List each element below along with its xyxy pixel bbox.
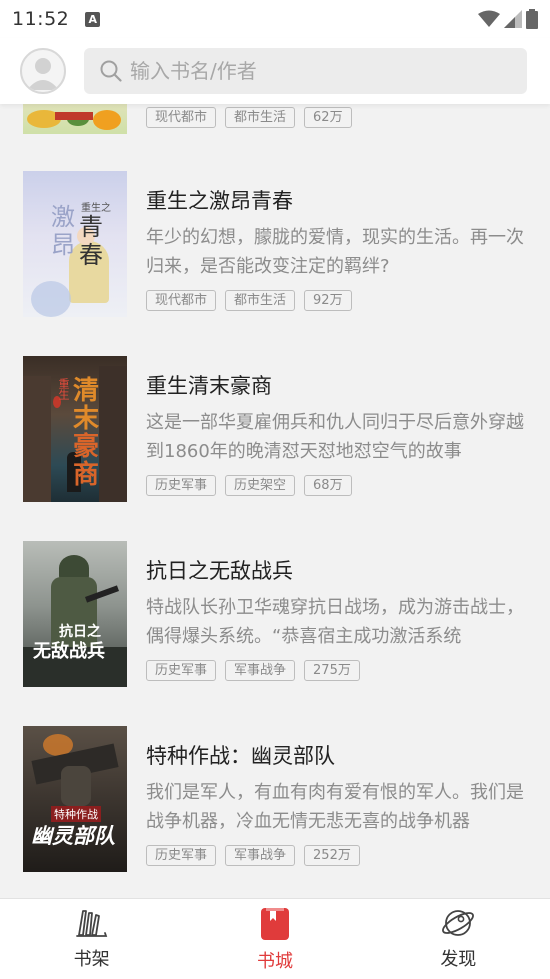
signal-icon bbox=[504, 10, 522, 28]
book-description: 我们是军人，有血有肉有爱有恨的军人。我们是战争机器，冷血无情无悲无喜的战争机器 bbox=[146, 782, 524, 832]
book-cover: 抗日之 无敌战兵 bbox=[23, 541, 127, 687]
book-list[interactable]: 现代都市 都市生活 62万 激 昂 重生之 青 春 重生之激昂青春 年少的幻想，… bbox=[0, 104, 550, 898]
book-tag[interactable]: 现代都市 bbox=[146, 107, 217, 128]
bookshelf-icon bbox=[75, 910, 107, 937]
book-tag[interactable]: 都市生活 bbox=[225, 107, 296, 128]
book-tags: 历史军事 军事战争 252万 bbox=[146, 845, 360, 866]
cover-text: 商 bbox=[73, 460, 100, 490]
cover-text: 春 bbox=[79, 241, 103, 269]
notification-icon: A bbox=[85, 11, 101, 27]
book-cover: 重生 清 末 豪 商 bbox=[23, 356, 127, 502]
book-cover bbox=[23, 104, 127, 134]
book-item[interactable]: 现代都市 都市生活 62万 bbox=[0, 104, 550, 134]
avatar[interactable] bbox=[20, 48, 66, 94]
book-tag: 68万 bbox=[304, 475, 352, 496]
book-tag[interactable]: 现代都市 bbox=[146, 290, 217, 311]
book-tags: 现代都市 都市生活 62万 bbox=[146, 107, 352, 128]
cover-text: 无敌战兵 bbox=[33, 641, 105, 662]
book-title[interactable]: 重生清末豪商 bbox=[146, 370, 272, 400]
tab-bookshelf[interactable]: 书架 bbox=[0, 899, 183, 979]
search-box[interactable] bbox=[84, 48, 527, 94]
book-description: 年少的幻想，朦胧的爱情，现实的生活。再一次归来，是否能改变注定的羁绊? bbox=[146, 227, 524, 277]
book-tag[interactable]: 都市生活 bbox=[225, 290, 296, 311]
book-tag: 62万 bbox=[304, 107, 352, 128]
search-input[interactable] bbox=[130, 59, 490, 83]
planet-icon bbox=[442, 910, 475, 936]
book-tag: 92万 bbox=[304, 290, 352, 311]
book-tags: 历史军事 历史架空 68万 bbox=[146, 475, 352, 496]
bottom-tab-bar: 书架 书城 发现 bbox=[0, 898, 550, 979]
book-tag: 275万 bbox=[304, 660, 360, 681]
cover-text: 昂 bbox=[51, 231, 75, 259]
book-description: 特战队长孙卫华魂穿抗日战场，成为游击战士，偶得爆头系统。“恭喜宿主成功激活系统 bbox=[146, 597, 524, 647]
user-icon bbox=[27, 58, 59, 90]
book-cover: 特种作战 幽灵部队 bbox=[23, 726, 127, 872]
book-item[interactable]: 重生 清 末 豪 商 重生清末豪商 这是一部华夏雇佣兵和仇人同归于尽后意外穿越到… bbox=[0, 356, 550, 502]
tab-discover[interactable]: 发现 bbox=[367, 899, 550, 979]
cover-text: 幽灵部队 bbox=[31, 823, 115, 848]
book-description: 这是一部华夏雇佣兵和仇人同归于尽后意外穿越到1860年的晚清怼天怼地怼空气的故事 bbox=[146, 412, 524, 462]
book-tags: 现代都市 都市生活 92万 bbox=[146, 290, 352, 311]
bookstore-icon bbox=[260, 908, 289, 940]
book-tags: 历史军事 军事战争 275万 bbox=[146, 660, 360, 681]
book-cover: 激 昂 重生之 青 春 bbox=[23, 171, 127, 317]
tab-label: 书城 bbox=[256, 951, 293, 972]
status-bar: 11:52 A bbox=[0, 0, 550, 38]
cover-text: 重生 bbox=[57, 378, 70, 400]
book-tag[interactable]: 历史军事 bbox=[146, 845, 217, 866]
book-item[interactable]: 激 昂 重生之 青 春 重生之激昂青春 年少的幻想，朦胧的爱情，现实的生活。再一… bbox=[0, 171, 550, 317]
book-tag[interactable]: 历史军事 bbox=[146, 475, 217, 496]
book-title[interactable]: 重生之激昂青春 bbox=[146, 185, 293, 215]
battery-icon bbox=[526, 9, 538, 29]
book-tag: 252万 bbox=[304, 845, 360, 866]
wifi-icon bbox=[478, 10, 500, 27]
book-item[interactable]: 特种作战 幽灵部队 特种作战：幽灵部队 我们是军人，有血有肉有爱有恨的军人。我们… bbox=[0, 726, 550, 872]
book-item[interactable]: 抗日之 无敌战兵 抗日之无敌战兵 特战队长孙卫华魂穿抗日战场，成为游击战士，偶得… bbox=[0, 541, 550, 687]
tab-label: 书架 bbox=[73, 949, 110, 970]
book-tag[interactable]: 历史架空 bbox=[225, 475, 296, 496]
status-time: 11:52 bbox=[12, 8, 70, 30]
tab-label: 发现 bbox=[440, 949, 477, 970]
book-title[interactable]: 抗日之无敌战兵 bbox=[146, 555, 293, 585]
header bbox=[0, 38, 550, 104]
status-icons bbox=[478, 9, 538, 29]
book-tag[interactable]: 军事战争 bbox=[225, 660, 296, 681]
search-icon bbox=[100, 60, 122, 82]
tab-bookstore[interactable]: 书城 bbox=[183, 899, 366, 979]
book-tag[interactable]: 历史军事 bbox=[146, 660, 217, 681]
book-title[interactable]: 特种作战：幽灵部队 bbox=[146, 740, 335, 770]
book-tag[interactable]: 军事战争 bbox=[225, 845, 296, 866]
